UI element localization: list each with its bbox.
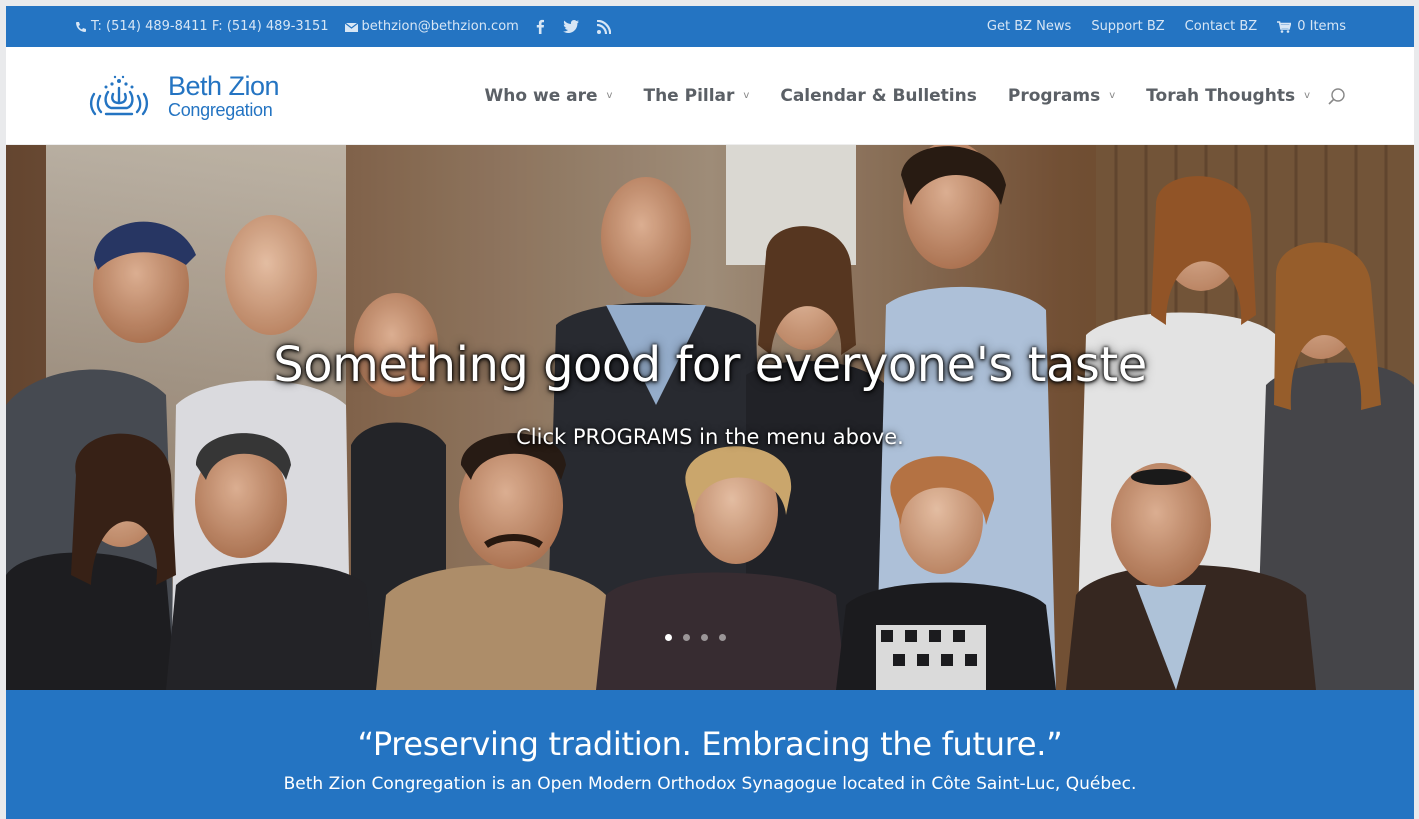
chevron-down-icon: v <box>1109 90 1116 101</box>
hero-subtitle: Click PROGRAMS in the menu above. <box>516 425 904 449</box>
tagline-quote: “Preserving tradition. Embracing the fut… <box>357 725 1063 763</box>
nav-label: Calendar & Bulletins <box>780 85 977 106</box>
slide-dot-1[interactable] <box>665 634 672 641</box>
top-bar-contact: T: (514) 489-8411 F: (514) 489-3151 beth… <box>75 19 625 34</box>
slider-pagination <box>665 634 737 641</box>
main-header: Beth Zion Congregation Who we are v The … <box>6 47 1414 145</box>
cart-count: 0 Items <box>1297 19 1346 34</box>
chevron-down-icon: v <box>1304 90 1310 101</box>
logo-text: Beth Zion Congregation <box>168 70 280 120</box>
chevron-down-icon: v <box>743 90 750 101</box>
nav-label: Who we are <box>484 85 598 106</box>
phone-info: T: (514) 489-8411 F: (514) 489-3151 <box>75 19 329 34</box>
nav-the-pillar[interactable]: The Pillar v <box>643 86 749 106</box>
logo-title: Beth Zion <box>168 70 280 101</box>
hero-title: Something good for everyone's taste <box>273 337 1147 393</box>
site-logo[interactable]: Beth Zion Congregation <box>84 70 280 120</box>
email-info[interactable]: bethzion@bethzion.com <box>344 19 519 34</box>
email-text[interactable]: bethzion@bethzion.com <box>362 19 519 34</box>
tagline-section: “Preserving tradition. Embracing the fut… <box>6 690 1414 819</box>
nav-who-we-are[interactable]: Who we are v <box>485 86 613 106</box>
slide-dot-2[interactable] <box>683 634 690 641</box>
nav-programs[interactable]: Programs v <box>1008 86 1115 106</box>
cart-link[interactable]: 0 Items <box>1277 19 1346 34</box>
slide-dot-4[interactable] <box>719 634 726 641</box>
support-bz-link[interactable]: Support BZ <box>1091 19 1164 34</box>
top-bar-links: Get BZ News Support BZ Contact BZ 0 Item… <box>967 19 1346 34</box>
phone-icon <box>76 21 86 32</box>
nav-label: Programs <box>1007 85 1101 106</box>
facebook-icon[interactable] <box>535 19 545 34</box>
twitter-icon[interactable] <box>562 20 579 33</box>
rss-icon[interactable] <box>596 19 611 34</box>
chevron-down-icon: v <box>606 90 613 101</box>
search-icon[interactable] <box>1328 87 1346 105</box>
hero-photo <box>6 145 1414 690</box>
nav-calendar-bulletins[interactable]: Calendar & Bulletins <box>780 86 977 106</box>
envelope-icon <box>344 22 358 32</box>
contact-bz-link[interactable]: Contact BZ <box>1185 19 1258 34</box>
social-links <box>535 19 611 34</box>
main-nav: Who we are v The Pillar v Calendar & Bul… <box>485 86 1346 106</box>
hero-slider: Something good for everyone's taste Clic… <box>6 145 1414 690</box>
nav-label: The Pillar <box>643 85 735 106</box>
slide-dot-3[interactable] <box>701 634 708 641</box>
top-bar: T: (514) 489-8411 F: (514) 489-3151 beth… <box>6 6 1414 47</box>
get-bz-news-link[interactable]: Get BZ News <box>987 19 1071 34</box>
logo-subtitle: Congregation <box>168 99 273 120</box>
menorah-logo-icon <box>89 75 149 115</box>
cart-icon <box>1277 20 1292 33</box>
tagline-description: Beth Zion Congregation is an Open Modern… <box>283 774 1137 794</box>
nav-label: Torah Thoughts <box>1146 85 1296 106</box>
page: T: (514) 489-8411 F: (514) 489-3151 beth… <box>6 6 1414 819</box>
nav-torah-thoughts[interactable]: Torah Thoughts v <box>1146 86 1310 106</box>
phone-text: T: (514) 489-8411 F: (514) 489-3151 <box>91 19 329 34</box>
